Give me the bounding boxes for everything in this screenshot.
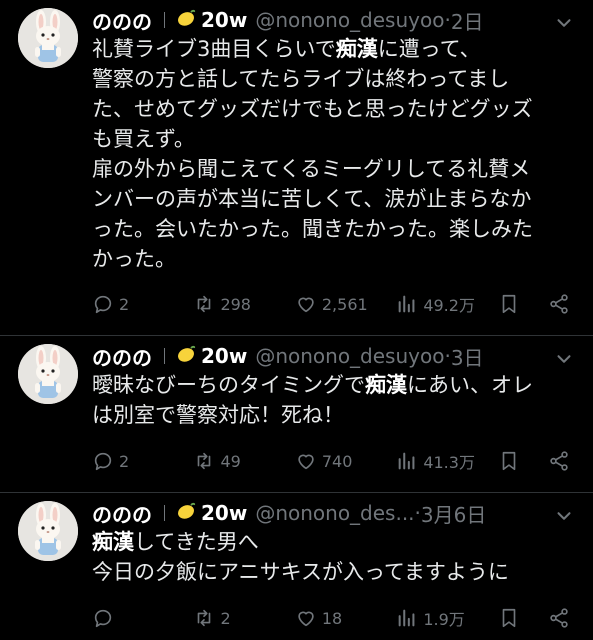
like-button[interactable]: 2,561 <box>295 293 396 315</box>
bookmark-icon <box>498 293 520 315</box>
name-badge: 20w <box>201 8 248 32</box>
retweet-icon <box>193 450 215 472</box>
share-button[interactable] <box>548 293 575 315</box>
lemon-icon <box>175 500 197 527</box>
retweet-button[interactable]: 49 <box>193 450 294 472</box>
like-count: 740 <box>321 451 353 471</box>
reply-icon <box>92 450 114 472</box>
retweet-icon <box>193 607 215 629</box>
tweet-text: 礼賛ライブ3曲目くらいで痴漢に遭って、 警察の方と話してたらライブは終わってまし… <box>92 34 577 274</box>
bookmark-icon <box>498 450 520 472</box>
bookmark-icon <box>498 607 520 629</box>
reply-icon <box>92 607 114 629</box>
keyword-highlight: 痴漢 <box>92 530 134 554</box>
tweet-2[interactable]: ののの 20w @nonono_desuyoo · 3日 曖昧なびーちのタイミン… <box>0 336 593 493</box>
action-bar: 2 298 2,561 49.2万 <box>92 290 575 318</box>
tweet-1[interactable]: ののの 20w @nonono_desuyoo · 2日 礼賛ライブ3曲目くらい… <box>0 0 593 336</box>
like-button[interactable]: 740 <box>295 450 396 472</box>
divider <box>164 348 165 364</box>
bar-chart-icon <box>396 293 418 315</box>
share-button[interactable] <box>548 450 575 472</box>
keyword-highlight: 痴漢 <box>365 373 407 397</box>
more-options-icon[interactable] <box>553 12 575 34</box>
retweet-button[interactable]: 298 <box>193 293 294 315</box>
tweet-text: 痴漢してきた男へ 今日の夕飯にアニサキスが入ってますように <box>92 527 577 587</box>
avatar[interactable] <box>18 8 78 68</box>
avatar[interactable] <box>18 501 78 561</box>
action-bar: 2 49 740 41.3万 <box>92 447 575 475</box>
retweet-button[interactable]: 2 <box>193 607 294 629</box>
name-badge: 20w <box>201 344 248 368</box>
divider <box>164 12 165 28</box>
like-count: 18 <box>321 608 343 628</box>
text-part: 礼賛ライブ3曲目くらいで <box>92 37 336 61</box>
reply-count: 2 <box>119 294 130 314</box>
views-button[interactable]: 41.3万 <box>396 449 497 473</box>
user-handle[interactable]: @nonono_desuyoo <box>255 8 444 32</box>
action-bar: 2 18 1.9万 <box>92 604 575 632</box>
more-options-icon[interactable] <box>553 505 575 527</box>
timestamp[interactable]: 3月6日 <box>421 499 486 528</box>
retweet-count: 2 <box>220 608 231 628</box>
view-count: 49.2万 <box>423 296 475 315</box>
bookmark-button[interactable] <box>498 450 548 472</box>
tweet-header: ののの 20w @nonono_des... · 3月6日 <box>92 499 593 527</box>
bar-chart-icon <box>396 450 418 472</box>
bar-chart-icon <box>396 607 418 629</box>
timestamp[interactable]: 3日 <box>451 342 484 371</box>
lemon-icon <box>175 7 197 34</box>
bookmark-button[interactable] <box>498 293 548 315</box>
heart-icon <box>295 293 317 315</box>
view-count: 41.3万 <box>423 453 475 472</box>
tweet-header: ののの 20w @nonono_desuyoo · 2日 <box>92 6 593 34</box>
reply-button[interactable] <box>92 607 193 629</box>
reply-count: 2 <box>119 451 130 471</box>
retweet-count: 298 <box>220 294 251 314</box>
views-button[interactable]: 1.9万 <box>396 606 497 630</box>
views-button[interactable]: 49.2万 <box>396 292 497 316</box>
avatar[interactable] <box>18 344 78 404</box>
share-icon <box>548 450 570 472</box>
tweet-text: 曖昧なびーちのタイミングで痴漢にあい、オレ は別室で警察対応！死ね！ <box>92 370 577 430</box>
share-icon <box>548 293 570 315</box>
lemon-icon <box>175 343 197 370</box>
text-part: に遭って、 警察の方と話してたらライブは終わってまし た、せめてグッズだけでもと… <box>92 37 533 271</box>
reply-button[interactable]: 2 <box>92 293 193 315</box>
heart-icon <box>295 607 317 629</box>
heart-icon <box>295 450 317 472</box>
divider <box>164 505 165 521</box>
share-icon <box>548 607 570 629</box>
user-handle[interactable]: @nonono_des... <box>255 501 414 525</box>
reply-button[interactable]: 2 <box>92 450 193 472</box>
display-name[interactable]: ののの <box>92 6 152 35</box>
user-handle[interactable]: @nonono_desuyoo <box>255 344 444 368</box>
display-name[interactable]: ののの <box>92 499 152 528</box>
tweet-header: ののの 20w @nonono_desuyoo · 3日 <box>92 342 593 370</box>
text-part: してきた男へ 今日の夕飯にアニサキスが入ってますように <box>92 530 509 584</box>
retweet-icon <box>193 293 215 315</box>
text-part: 曖昧なびーちのタイミングで <box>92 373 365 397</box>
share-button[interactable] <box>548 607 575 629</box>
display-name[interactable]: ののの <box>92 342 152 371</box>
keyword-highlight: 痴漢 <box>335 37 378 61</box>
retweet-count: 49 <box>220 451 241 471</box>
tweet-3[interactable]: ののの 20w @nonono_des... · 3月6日 痴漢してきた男へ 今… <box>0 493 593 640</box>
view-count: 1.9万 <box>423 610 465 629</box>
name-badge: 20w <box>201 501 248 525</box>
more-options-icon[interactable] <box>553 348 575 370</box>
like-button[interactable]: 18 <box>295 607 396 629</box>
reply-icon <box>92 293 114 315</box>
like-count: 2,561 <box>321 294 368 314</box>
timestamp[interactable]: 2日 <box>451 6 484 35</box>
bookmark-button[interactable] <box>498 607 548 629</box>
